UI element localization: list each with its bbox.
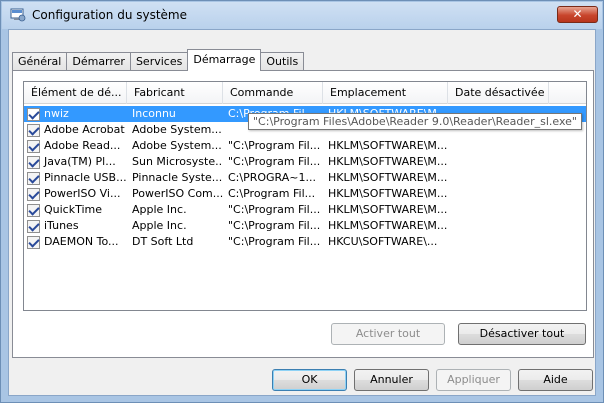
ok-button[interactable]: OK: [272, 369, 347, 391]
cell-item: PowerISO Vi...: [24, 186, 127, 202]
cell-manufacturer: Apple Inc.: [132, 219, 187, 232]
tab-outils[interactable]: Outils: [260, 52, 305, 71]
column-header-location[interactable]: Emplacement: [323, 82, 448, 104]
tab-strip: Général Démarrer Services Démarrage Outi…: [12, 49, 305, 71]
cell-command: C:\Program Fil...: [228, 187, 316, 200]
cell-item: iTunes: [24, 218, 127, 234]
startup-tab-panel: Élément de dé... Fabricant Commande Empl…: [12, 70, 594, 358]
close-icon: ✕: [572, 7, 583, 21]
cell-command: "C:\Program Fil...: [228, 235, 321, 248]
column-header-date-disabled[interactable]: Date désactivée: [448, 82, 549, 104]
item-name: PowerISO Vi...: [44, 187, 121, 200]
cell-command: C:\PROGRA~1...: [228, 171, 316, 184]
enable-checkbox[interactable]: [27, 107, 40, 121]
item-name: Adobe Read...: [44, 139, 121, 152]
enable-checkbox[interactable]: [27, 155, 40, 169]
cell-item: DAEMON To...: [24, 234, 127, 250]
cell-date-disabled: [448, 218, 549, 234]
cell-manufacturer: Inconnu: [132, 107, 176, 120]
enable-all-button[interactable]: Activer tout: [331, 323, 445, 345]
help-button[interactable]: Aide: [518, 369, 593, 391]
table-row[interactable]: Adobe Read... Adobe System... "C:\Program …: [24, 138, 586, 154]
item-name: iTunes: [44, 219, 79, 232]
cell-date-disabled: [448, 138, 549, 154]
cell-manufacturer: Sun Microsyste...: [132, 155, 223, 168]
cell-command: "C:\Program Fil...: [228, 139, 321, 152]
cell-item: Adobe Acrobat: [24, 122, 127, 138]
tab-services[interactable]: Services: [129, 52, 189, 71]
item-name: QuickTime: [44, 203, 103, 216]
enable-checkbox[interactable]: [27, 235, 40, 249]
tab-general[interactable]: Général: [12, 52, 68, 71]
cell-date-disabled: [448, 170, 549, 186]
item-name: Adobe Acrobat: [44, 123, 125, 136]
cell-location: HKLM\SOFTWARE\M...: [328, 219, 448, 232]
cell-manufacturer: Pinnacle Syste...: [132, 171, 223, 184]
title-bar: Configuration du système ✕: [2, 2, 602, 29]
table-row[interactable]: QuickTime Apple Inc. "C:\Program Fil... HKL…: [24, 202, 586, 218]
table-row[interactable]: Pinnacle USB... Pinnacle Syste... C:\PROGR…: [24, 170, 586, 186]
table-row[interactable]: PowerISO Vi... PowerISO Com... C:\Program …: [24, 186, 586, 202]
table-row[interactable]: Java(TM) Pl... Sun Microsyste... "C:\Progr…: [24, 154, 586, 170]
apply-button[interactable]: Appliquer: [436, 369, 511, 391]
enable-checkbox[interactable]: [27, 171, 40, 185]
item-name: nwiz: [44, 107, 69, 120]
item-name: Pinnacle USB...: [44, 171, 127, 184]
list-header: Élément de dé... Fabricant Commande Empl…: [24, 82, 586, 104]
enable-checkbox[interactable]: [27, 203, 40, 217]
cell-manufacturer: Apple Inc.: [132, 203, 187, 216]
cell-command: "C:\Program Fil...: [228, 155, 321, 168]
cell-item: QuickTime: [24, 202, 127, 218]
cell-command: "C:\Program Fil...: [228, 219, 321, 232]
item-name: Java(TM) Pl...: [44, 155, 116, 168]
system-configuration-window: Configuration du système ✕ Général Démar…: [0, 0, 604, 403]
cell-location: HKLM\SOFTWARE\M...: [328, 203, 448, 216]
cancel-button[interactable]: Annuler: [354, 369, 429, 391]
cell-manufacturer: Adobe System...: [132, 123, 222, 136]
cell-date-disabled: [448, 154, 549, 170]
window-title: Configuration du système: [32, 8, 187, 22]
msconfig-icon: [10, 8, 26, 22]
table-row[interactable]: DAEMON To... DT Soft Ltd "C:\Program Fil..…: [24, 234, 586, 250]
cell-item: Adobe Read...: [24, 138, 127, 154]
tab-demarrage[interactable]: Démarrage: [187, 49, 262, 71]
dialog-client-area: Général Démarrer Services Démarrage Outi…: [8, 29, 596, 396]
cell-date-disabled: [448, 202, 549, 218]
cell-location: HKLM\SOFTWARE\M...: [328, 171, 448, 184]
cell-manufacturer: Adobe System...: [132, 139, 222, 152]
cell-item: Java(TM) Pl...: [24, 154, 127, 170]
command-tooltip: "C:\Program Files\Adobe\Reader 9.0\Reade…: [248, 113, 582, 130]
cell-manufacturer: DT Soft Ltd: [132, 235, 194, 248]
startup-items-list[interactable]: Élément de dé... Fabricant Commande Empl…: [23, 81, 587, 311]
enable-checkbox[interactable]: [27, 139, 40, 153]
cell-location: HKLM\SOFTWARE\M...: [328, 187, 448, 200]
item-name: DAEMON To...: [44, 235, 119, 248]
disable-all-button[interactable]: Désactiver tout: [458, 323, 586, 345]
column-header-command[interactable]: Commande: [223, 82, 323, 104]
cell-manufacturer: PowerISO Com...: [132, 187, 223, 200]
cell-item: Pinnacle USB...: [24, 170, 127, 186]
cell-command: "C:\Program Fil...: [228, 203, 321, 216]
enable-checkbox[interactable]: [27, 123, 40, 137]
close-button[interactable]: ✕: [557, 6, 598, 23]
cell-location: HKCU\SOFTWARE\...: [328, 235, 438, 248]
table-row[interactable]: iTunes Apple Inc. "C:\Program Fil... HKLM\S…: [24, 218, 586, 234]
cell-location: HKLM\SOFTWARE\M...: [328, 155, 448, 168]
column-header-manufacturer[interactable]: Fabricant: [127, 82, 223, 104]
tab-demarrer[interactable]: Démarrer: [66, 52, 131, 71]
cell-item: nwiz: [24, 106, 127, 122]
cell-location: HKLM\SOFTWARE\M...: [328, 139, 448, 152]
enable-checkbox[interactable]: [27, 187, 40, 201]
enable-checkbox[interactable]: [27, 219, 40, 233]
cell-date-disabled: [448, 234, 549, 250]
cell-date-disabled: [448, 186, 549, 202]
column-header-item[interactable]: Élément de dé...: [24, 82, 127, 104]
